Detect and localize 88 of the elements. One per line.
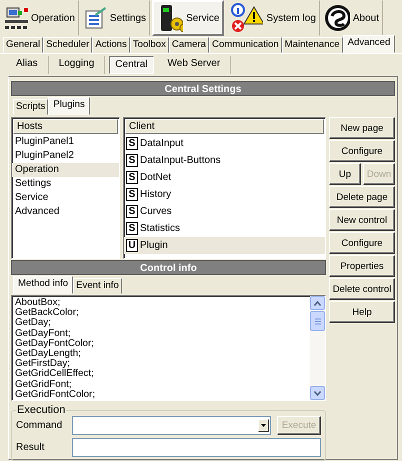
client-name: Curves	[140, 206, 172, 217]
list-item[interactable]: GetBackColor;	[12, 308, 310, 318]
tab[interactable]: Actions	[92, 37, 130, 53]
tab[interactable]: Advanced	[342, 35, 396, 53]
toolbar-button[interactable]: System log	[226, 0, 320, 36]
tab[interactable]: Plugins	[48, 97, 90, 115]
column-header[interactable]: Hosts	[13, 119, 118, 134]
list-item[interactable]: GetGridFont;	[12, 380, 310, 390]
client-name: DataInput	[140, 138, 184, 149]
tab[interactable]: Method info	[13, 276, 74, 294]
list-row[interactable]: S Curves	[124, 203, 325, 220]
tab[interactable]: Event info	[73, 278, 122, 294]
dropdown-button[interactable]	[258, 419, 269, 432]
type-badge: S	[126, 205, 138, 218]
tab[interactable]: Central	[109, 56, 154, 74]
tab[interactable]: Toolbox	[130, 37, 169, 53]
scroll-down-button[interactable]	[310, 386, 325, 400]
list-item[interactable]: PluginPanel1	[12, 135, 119, 149]
list-item[interactable]: Advanced	[12, 205, 119, 219]
action-button[interactable]: Up	[329, 163, 361, 185]
list-item[interactable]: Operation	[12, 163, 119, 177]
list-item[interactable]: GetDay;	[12, 318, 310, 329]
action-button[interactable]: Delete page	[329, 186, 395, 208]
scroll-up-button[interactable]	[310, 296, 325, 310]
action-button[interactable]: New page	[329, 117, 395, 139]
warning-icon	[230, 3, 264, 33]
tab[interactable]: Logging	[48, 56, 106, 74]
list-item[interactable]: GetGridFontColor;	[12, 390, 310, 400]
scroll-thumb[interactable]	[310, 311, 325, 331]
client-name: Statistics	[140, 223, 180, 234]
command-field[interactable]	[72, 416, 271, 435]
action-button[interactable]: Configure	[329, 232, 395, 254]
list-item[interactable]: PluginPanel2	[12, 149, 119, 163]
action-button[interactable]: Help	[329, 301, 395, 323]
computer-icon	[4, 7, 28, 29]
client-name: DataInput-Buttons	[140, 155, 221, 166]
toolbar-button[interactable]: Service	[152, 0, 224, 36]
list-item[interactable]: AboutBox;	[12, 298, 310, 308]
list-row[interactable]: S Statistics	[124, 220, 325, 237]
document-icon	[82, 6, 107, 30]
list-item[interactable]: GetFirstDay;	[12, 359, 310, 370]
field-label: Result	[16, 442, 46, 453]
type-badge: S	[126, 171, 138, 184]
action-button[interactable]: Properties	[329, 255, 395, 277]
type-badge: U	[126, 239, 138, 252]
tab[interactable]: Camera	[168, 37, 210, 53]
tab[interactable]: Communication	[209, 37, 282, 53]
toolbar-button[interactable]: Settings	[78, 0, 150, 36]
type-badge: S	[126, 188, 138, 201]
scrollbar[interactable]	[310, 296, 325, 400]
type-badge: S	[126, 154, 138, 167]
group-label: Execution	[16, 404, 66, 416]
tab[interactable]: General	[3, 37, 44, 53]
list-row[interactable]: S DataInput-Buttons	[124, 152, 325, 169]
tab[interactable]: Maintenance	[282, 37, 343, 53]
list-item[interactable]: GetGridCellEffect;	[12, 369, 310, 380]
chevron-up-icon	[314, 300, 321, 306]
list-item[interactable]: GetDayLength;	[12, 349, 310, 360]
list-row[interactable]: S History	[124, 186, 325, 203]
tab[interactable]: Web Server	[158, 56, 232, 74]
list-row[interactable]: S DotNet	[124, 169, 325, 186]
column-header[interactable]: Client	[125, 119, 324, 134]
type-badge: S	[126, 137, 138, 150]
action-button[interactable]: New control	[329, 209, 395, 231]
grip-icon	[314, 318, 320, 324]
panel-title: Central Settings	[11, 81, 395, 96]
field-label: Command	[16, 420, 64, 431]
list-item[interactable]: Service	[12, 191, 119, 205]
chevron-down-icon	[314, 390, 321, 396]
action-button[interactable]: Configure	[329, 140, 395, 162]
result-field[interactable]	[72, 438, 321, 457]
list-item[interactable]: GetDayFont;	[12, 328, 310, 339]
caret-icon	[261, 424, 266, 427]
section-title: Control info	[11, 260, 326, 275]
client-name: DotNet	[140, 172, 172, 183]
logo-icon	[324, 4, 350, 32]
tab[interactable]: Scripts	[13, 99, 48, 115]
tab[interactable]: Scheduler	[43, 37, 92, 53]
tab[interactable]: Alias	[6, 56, 49, 74]
toolbar-button[interactable]: Operation	[0, 0, 79, 36]
list-row[interactable]: U Plugin	[124, 237, 325, 254]
client-name: Plugin	[140, 240, 168, 251]
list-item[interactable]: Settings	[12, 177, 119, 191]
list-row[interactable]: S DataInput	[124, 135, 325, 152]
action-button[interactable]: Delete control	[329, 278, 395, 300]
type-badge: S	[126, 222, 138, 235]
client-name: History	[140, 189, 172, 200]
list-item[interactable]: GetDayFontColor;	[12, 338, 310, 350]
